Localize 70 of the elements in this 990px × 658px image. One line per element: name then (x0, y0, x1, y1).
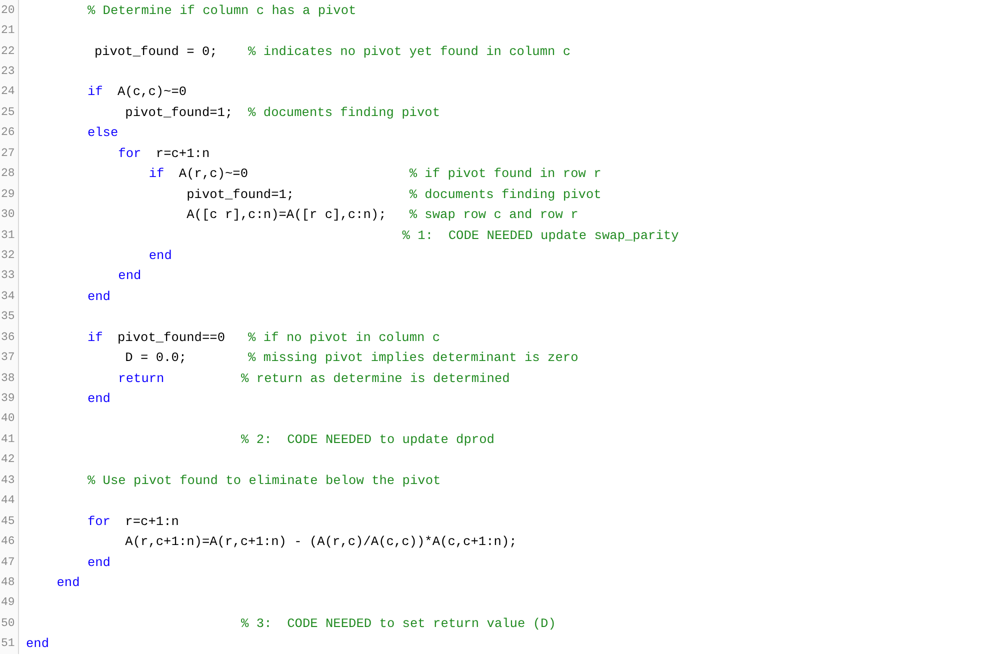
line-number: 30 (1, 208, 15, 222)
line-number: 28 (1, 167, 15, 180)
line-number: 51 (1, 637, 15, 650)
code-text: A([c r],c:n)=A([r c],c:n); (186, 207, 386, 222)
line-number: 27 (1, 146, 15, 160)
line-number: 45 (1, 514, 15, 528)
code-comment: % 3: CODE NEEDED to set return value (D) (241, 616, 556, 631)
keyword: if (87, 84, 103, 100)
line-number: 23 (1, 65, 15, 78)
line-number: 31 (1, 228, 15, 242)
line-number: 35 (1, 310, 15, 324)
line-number: 29 (1, 188, 15, 201)
code-comment: % 2: CODE NEEDED to update dprod (241, 432, 494, 447)
line-number: 26 (1, 126, 15, 140)
keyword: end (56, 574, 80, 590)
code-text: D = 0.0; (124, 350, 187, 366)
code-text: pivot_found=1; (124, 104, 233, 120)
line-number: 50 (1, 616, 15, 630)
line-number: 41 (1, 432, 15, 446)
line-number: 43 (1, 474, 15, 487)
line-number: 46 (1, 535, 15, 548)
code-text: A(r,c)~=0 (178, 166, 248, 182)
keyword: end (87, 391, 110, 406)
code-comment: % Use pivot found to eliminate below the pivot (87, 472, 441, 488)
code-comment: % 1: CODE NEEDED update swap_parity (402, 228, 679, 243)
code-comment: % if no pivot in column c (248, 330, 440, 345)
keyword: if (87, 330, 103, 345)
line-number: 42 (1, 453, 15, 466)
code-text: pivot_found = 0; (93, 44, 218, 59)
line-number: 33 (1, 269, 15, 282)
code-comment: % return as determine is determined (241, 370, 510, 386)
line-number: 22 (1, 44, 15, 58)
keyword: end (26, 636, 50, 652)
code-comment: % swap row c and row r (409, 207, 578, 222)
code-comment: % documents finding pivot (248, 104, 440, 120)
line-number: 48 (1, 576, 15, 589)
line-number: 24 (1, 85, 15, 98)
line-number: 37 (1, 351, 15, 364)
line-number: 44 (1, 494, 15, 508)
code-comment: % indicates no pivot yet found in column c (248, 44, 571, 59)
keyword: end (148, 248, 172, 263)
code-text: r=c+1:n (124, 514, 179, 529)
line-number: 36 (1, 330, 15, 344)
line-number: 34 (1, 290, 15, 303)
code-comment: % Determine if column c has a pivot (87, 2, 356, 18)
code-text: pivot_found==0 (116, 330, 225, 345)
line-number: 49 (1, 596, 15, 610)
code-comment: % if pivot found in row r (409, 166, 602, 182)
code-comment: % documents finding pivot (409, 186, 602, 202)
keyword: else (87, 125, 118, 140)
keyword: end (87, 554, 110, 570)
code-comment: % missing pivot implies determinant is zero (248, 350, 578, 366)
line-number: 38 (1, 372, 15, 385)
line-number: 20 (1, 4, 15, 17)
keyword: if (148, 166, 164, 182)
line-number: 21 (1, 24, 15, 38)
code-text: r=c+1:n (154, 146, 210, 161)
keyword: for (87, 514, 110, 529)
line-number: 39 (1, 392, 15, 406)
code-text: A(r,c+1:n)=A(r,c+1:n) - (A(r,c)/A(c,c))*A(c,c+1:n); (124, 534, 517, 550)
code-text: A(c,c)~=0 (116, 84, 187, 100)
code-text: pivot_found=1; (186, 186, 294, 202)
line-number: 40 (1, 412, 15, 426)
keyword: end (118, 268, 142, 284)
line-number: 47 (1, 556, 15, 569)
keyword: for (118, 146, 142, 161)
line-number: 32 (1, 248, 15, 262)
keyword: return (118, 370, 164, 386)
line-number: 25 (1, 106, 15, 119)
keyword: end (87, 288, 110, 304)
